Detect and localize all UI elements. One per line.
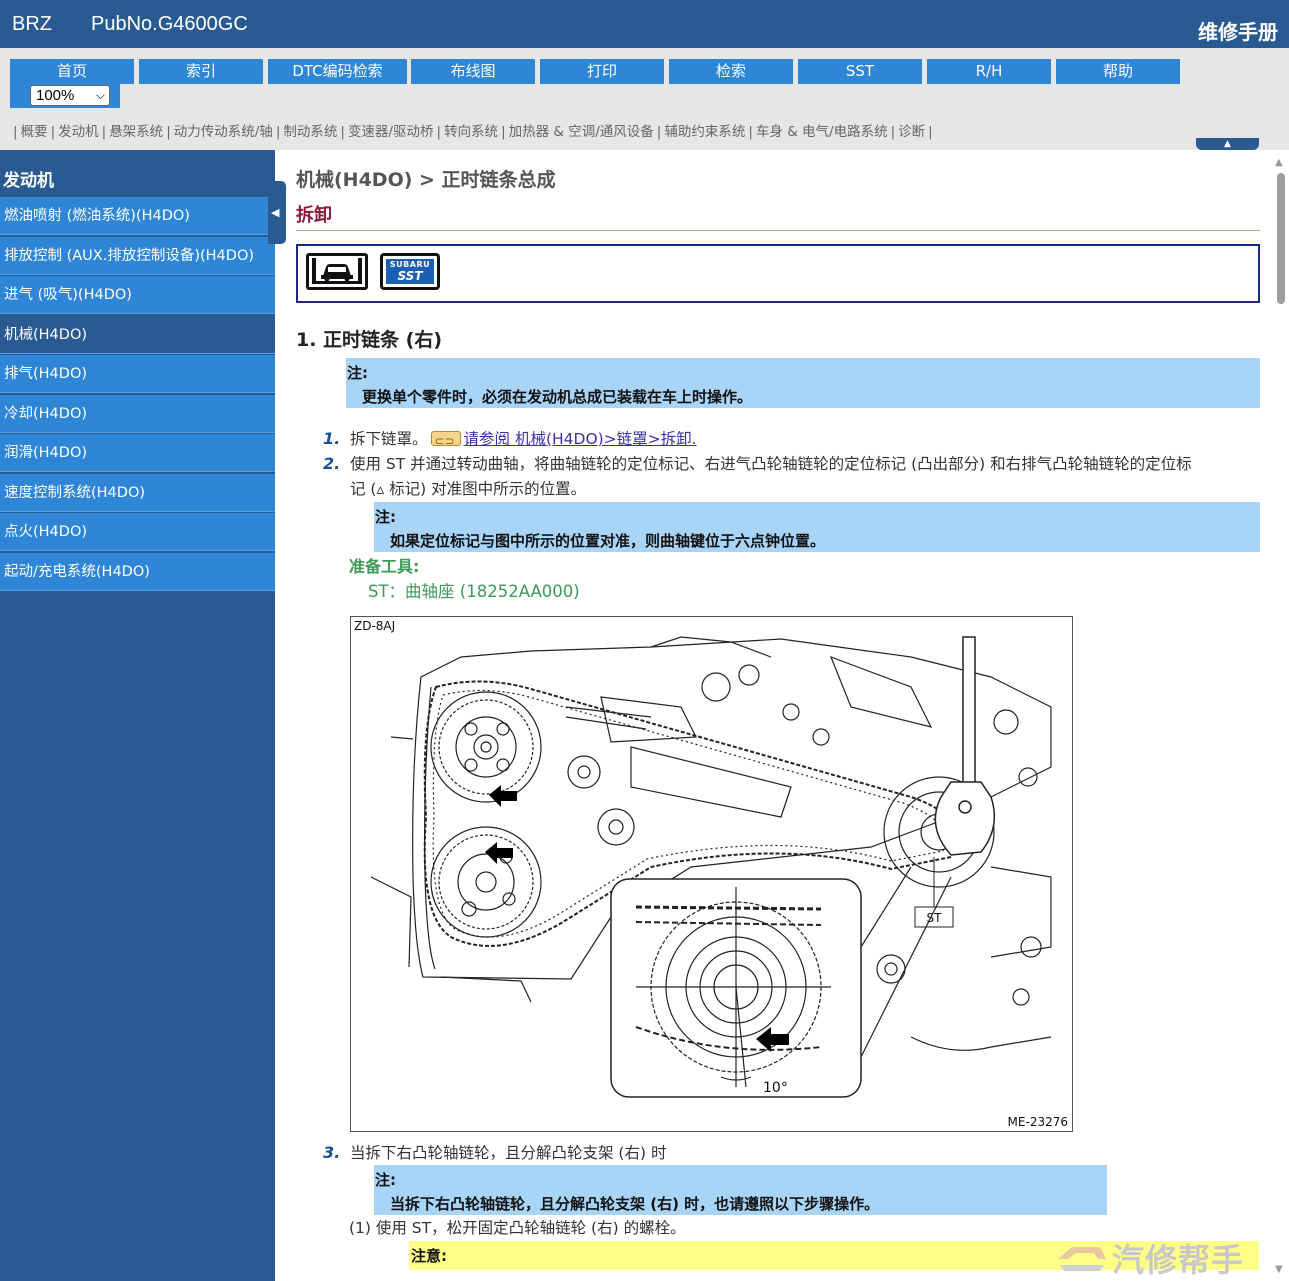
category-link-transmission[interactable]: 变速器/驱动桥 (348, 124, 434, 140)
step-1: 拆下链罩。 请参阅 机械(H4DO)>链罩>拆卸. (350, 427, 697, 454)
step-1-text: 拆下链罩。 (350, 430, 428, 448)
section-divider (296, 230, 1260, 231)
link-icon (430, 429, 461, 454)
sidebar-item-fuel-injection[interactable]: 燃油喷射 (燃油系统)(H4DO) (0, 197, 275, 235)
main-content: 机械(H4DO) > 正时链条总成 拆卸 SUBARU SST 1. 正时链条 … (296, 150, 1262, 1281)
zoom-select[interactable]: 100% ⌵ (30, 85, 110, 106)
nav-button-rh[interactable]: R/H (927, 59, 1051, 84)
app-title: 维修手册 (1198, 20, 1278, 44)
nav-button-help[interactable]: 帮助 (1056, 59, 1180, 84)
sidebar-item-ignition[interactable]: 点火(H4DO) (0, 513, 275, 551)
caution-title: 注意: (411, 1247, 447, 1265)
sidebar-item-starting-charging[interactable]: 起动/充电系统(H4DO) (0, 553, 275, 591)
chevron-up-icon: ▲ (1224, 139, 1231, 149)
figure-st-label: ST (927, 911, 943, 925)
breadcrumb: 机械(H4DO) > 正时链条总成 (296, 169, 556, 191)
category-link-overview[interactable]: 概要 (21, 124, 48, 140)
category-link-restraint[interactable]: 辅助约束系统 (664, 124, 745, 140)
figure-reference: ME-23276 (1007, 1115, 1068, 1129)
substep-1: (1) 使用 ST，松开固定凸轮轴链轮 (右) 的螺栓。 (349, 1219, 686, 1237)
procedure-heading: 1. 正时链条 (右) (296, 329, 443, 351)
section-title: 拆卸 (296, 205, 332, 226)
collapse-header-tab[interactable]: ▲ (1196, 138, 1259, 150)
category-link-body-electrical[interactable]: 车身 & 电气/电路系统 (756, 124, 888, 140)
category-link-engine[interactable]: 发动机 (58, 124, 99, 140)
nav-button-index[interactable]: 索引 (139, 59, 263, 84)
sidebar-collapse-handle[interactable]: ◀ (268, 181, 286, 244)
step-2-line-2: 记 (▵ 标记) 对准图中所示的位置。 (350, 480, 587, 498)
step-2: 使用 ST 并通过转动曲轴，将曲轴链轮的定位标记、右进气凸轮轴链轮的定位标记 (… (350, 452, 1262, 502)
category-link-suspension[interactable]: 悬架系统 (109, 124, 163, 140)
tool-icons-box: SUBARU SST (296, 244, 1260, 303)
sidebar-title: 发动机 (3, 171, 54, 191)
prep-tool-item: ST：曲轴座 (18252AA000) (368, 582, 580, 601)
watermark-logo-icon (1058, 1247, 1106, 1271)
step-2-line-1: 使用 ST 并通过转动曲轴，将曲轴链轮的定位标记、右进气凸轮轴链轮的定位标记 (… (350, 455, 1192, 473)
top-header: BRZ PubNo.G4600GC 维修手册 (0, 0, 1289, 48)
note-title: 注: (375, 1171, 396, 1189)
nav-button-home[interactable]: 首页 (10, 59, 134, 84)
brand-label: BRZ (12, 13, 52, 35)
step-1-reference-link[interactable]: 请参阅 机械(H4DO)>链罩>拆卸. (464, 430, 697, 448)
procedure-figure: ZD-8AJ ST 10° ME-23276 (350, 616, 1073, 1132)
step-3: 当拆下右凸轮轴链轮，且分解凸轮支架 (右) 时 (350, 1144, 667, 1162)
note-title: 注: (347, 364, 368, 382)
scrollbar-thumb[interactable] (1277, 173, 1285, 304)
note-box: 注: 如果定位标记与图中所示的位置对准，则曲轴键位于六点钟位置。 (374, 502, 1260, 552)
sidebar-item-cooling[interactable]: 冷却(H4DO) (0, 395, 275, 433)
step-number: 3. (323, 1143, 341, 1162)
sst-icon-label: SST (397, 269, 423, 283)
category-links: | 概要 | 发动机 | 悬架系统 | 动力传动系统/轴 | 制动系统 | 变速器/驱动桥 | 转向系统 |… (13, 124, 933, 140)
chevron-left-icon: ◀ (271, 206, 280, 219)
vertical-scrollbar[interactable]: ▲ ▼ (1272, 150, 1289, 1281)
nav-button-wiring[interactable]: 布线图 (411, 59, 535, 84)
category-link-hvac[interactable]: 加热器 & 空调/通风设备 (509, 124, 654, 140)
engine-timing-diagram: ST 10° (370, 636, 1052, 1098)
scroll-up-arrow-icon[interactable]: ▲ (1275, 157, 1283, 168)
sidebar-item-speed-control[interactable]: 速度控制系统(H4DO) (0, 474, 275, 512)
step-number: 1. (323, 429, 341, 448)
category-link-driveline[interactable]: 动力传动系统/轴 (174, 124, 273, 140)
nav-button-sst[interactable]: SST (798, 59, 922, 84)
nav-button-dtc-search[interactable]: DTC编码检索 (268, 59, 407, 84)
nav-button-print[interactable]: 打印 (540, 59, 664, 84)
lift-icon (306, 253, 368, 290)
category-link-steering[interactable]: 转向系统 (444, 124, 498, 140)
note-body: 如果定位标记与图中所示的位置对准，则曲轴键位于六点钟位置。 (390, 532, 826, 550)
prep-tools-title: 准备工具: (349, 557, 420, 576)
note-box: 注: 当拆下右凸轮轴链轮，且分解凸轮支架 (右) 时，也请遵照以下步骤操作。 (374, 1165, 1107, 1215)
sidebar-item-exhaust[interactable]: 排气(H4DO) (0, 355, 275, 393)
publication-number: PubNo.G4600GC (91, 13, 248, 35)
note-box: 注: 更换单个零件时，必须在发动机总成已装载在车上时操作。 (346, 358, 1260, 408)
sidebar: 发动机 燃油喷射 (燃油系统)(H4DO) 排放控制 (AUX.排放控制设备)(… (0, 150, 275, 1281)
sidebar-item-mechanical[interactable]: 机械(H4DO) (0, 316, 275, 354)
note-body: 当拆下右凸轮轴链轮，且分解凸轮支架 (右) 时，也请遵照以下步骤操作。 (390, 1195, 880, 1213)
sst-icon: SUBARU SST (380, 253, 440, 290)
chevron-down-icon: ⌵ (95, 88, 105, 102)
nav-button-search[interactable]: 检索 (669, 59, 793, 84)
sidebar-item-intake[interactable]: 进气 (吸气)(H4DO) (0, 276, 275, 314)
zoom-container: 100% ⌵ (10, 84, 120, 108)
category-link-brakes[interactable]: 制动系统 (283, 124, 337, 140)
watermark-text: 汽修帮手 (1112, 1241, 1245, 1279)
figure-angle-label: 10° (763, 1080, 788, 1096)
zoom-value: 100% (36, 87, 75, 104)
step-number: 2. (323, 454, 341, 473)
nav-area: 首页 索引 DTC编码检索 布线图 打印 检索 SST R/H 帮助 100% … (0, 48, 1289, 150)
category-link-diagnostics[interactable]: 诊断 (898, 124, 925, 140)
note-body: 更换单个零件时，必须在发动机总成已装载在车上时操作。 (362, 388, 753, 406)
watermark: 汽修帮手 (1052, 1233, 1289, 1281)
sidebar-item-emission-control[interactable]: 排放控制 (AUX.排放控制设备)(H4DO) (0, 237, 275, 275)
note-title: 注: (375, 508, 396, 526)
sidebar-item-lubrication[interactable]: 润滑(H4DO) (0, 434, 275, 472)
